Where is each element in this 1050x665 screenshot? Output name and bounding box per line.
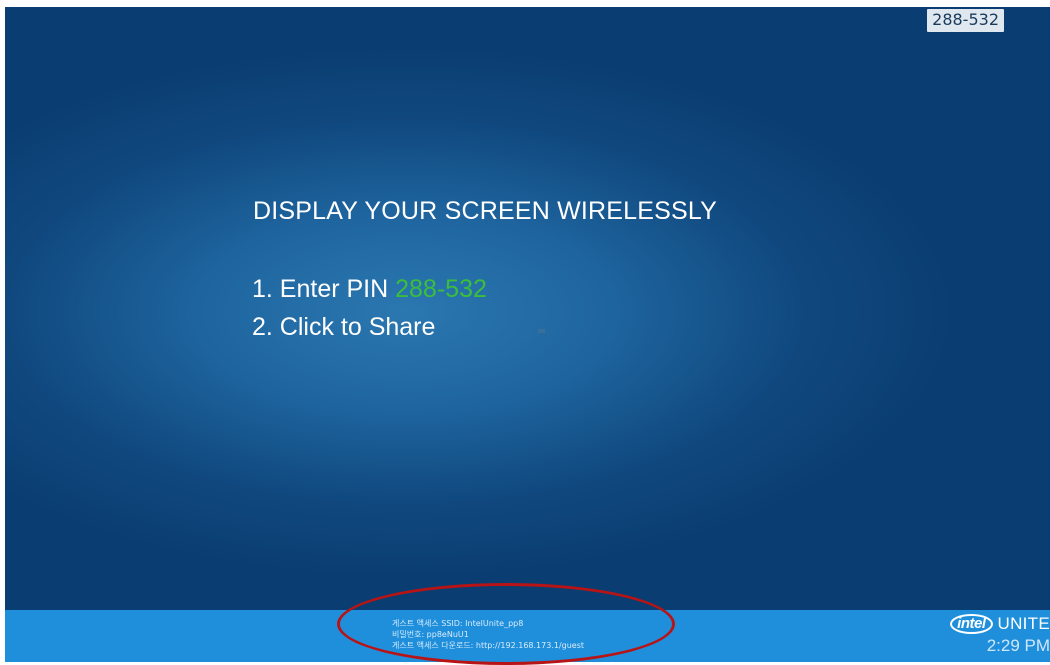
pin-code: 288-532 (395, 275, 487, 303)
intel-logo-icon: intel (950, 614, 992, 634)
headline: DISPLAY YOUR SCREEN WIRELESSLY (253, 197, 717, 226)
intel-unite-brand: intel UNITE (950, 614, 1050, 634)
step-enter-pin: 1. Enter PIN 288-532 (252, 275, 487, 304)
step-enter-pin-label: 1. Enter PIN (252, 275, 395, 303)
pin-badge: 288-532 (927, 9, 1004, 32)
annotation-ellipse (337, 583, 675, 665)
brand-name: UNITE (998, 614, 1050, 634)
mouse-cursor-icon (538, 329, 545, 333)
unite-display-window: 288-532 DISPLAY YOUR SCREEN WIRELESSLY 1… (5, 7, 1050, 662)
clock: 2:29 PM (987, 636, 1050, 656)
step-click-share: 2. Click to Share (252, 313, 435, 342)
main-display-area: 288-532 DISPLAY YOUR SCREEN WIRELESSLY 1… (5, 7, 1050, 610)
